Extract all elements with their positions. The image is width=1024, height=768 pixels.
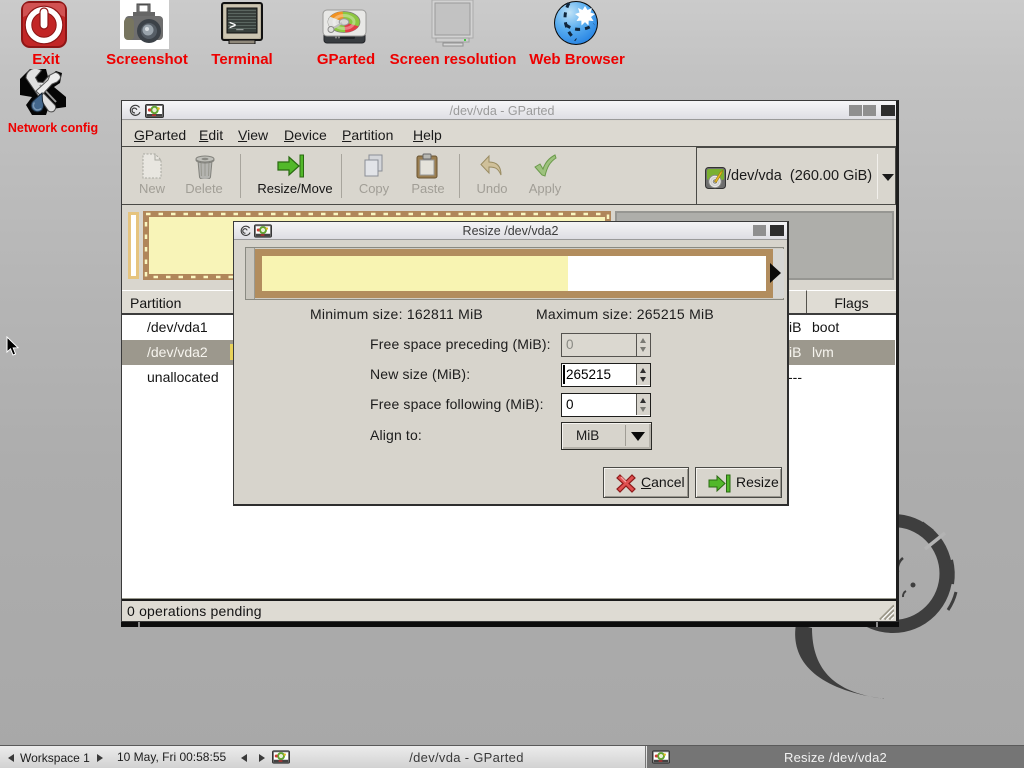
svg-text:>_: >_ [229, 19, 244, 33]
